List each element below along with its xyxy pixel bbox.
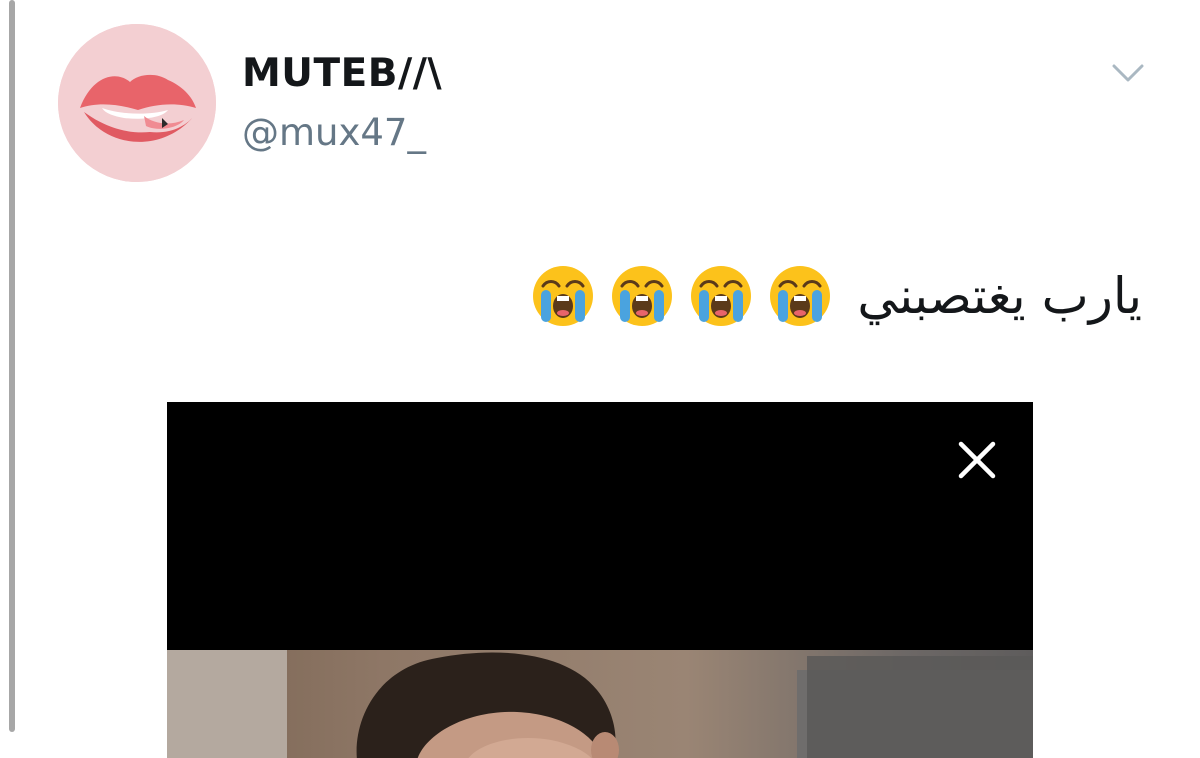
emoji-row (531, 264, 847, 328)
loudly-crying-face-icon (610, 264, 674, 328)
media-photo (167, 650, 1033, 758)
tweet-media[interactable] (167, 402, 1033, 758)
avatar[interactable] (58, 24, 216, 182)
tweet-menu-button[interactable] (1108, 58, 1148, 88)
user-handle[interactable]: @mux47_ (242, 110, 426, 156)
tweet-body: يارب يغتصبني (857, 267, 1142, 325)
close-icon (958, 441, 996, 479)
thread-line (9, 0, 15, 732)
display-name[interactable]: MUTEB//\ (242, 50, 442, 98)
media-close-button[interactable] (953, 436, 1001, 484)
loudly-crying-face-icon (531, 264, 595, 328)
lips-icon (58, 24, 216, 182)
tweet-text: يارب يغتصبني (531, 256, 1142, 336)
chevron-down-icon (1112, 64, 1144, 82)
loudly-crying-face-icon (768, 264, 832, 328)
tweet-screenshot: MUTEB//\ @mux47_ يارب يغتصبني (0, 0, 1200, 758)
loudly-crying-face-icon (689, 264, 753, 328)
